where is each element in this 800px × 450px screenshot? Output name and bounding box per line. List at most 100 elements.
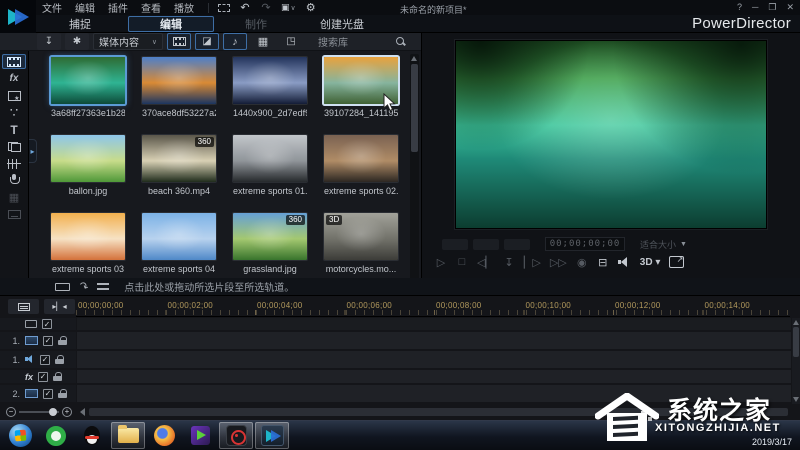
- pip-objects-room[interactable]: [2, 88, 26, 103]
- track-lane[interactable]: [77, 332, 791, 349]
- filter-music-button[interactable]: [223, 33, 247, 50]
- title-room[interactable]: [2, 122, 26, 137]
- 3d-button[interactable]: 3D ▾: [640, 257, 661, 268]
- filter-video-button[interactable]: [167, 33, 191, 50]
- menu-item[interactable]: 查看: [141, 0, 161, 15]
- search-input[interactable]: 搜索库: [311, 33, 413, 50]
- scroll-up-icon[interactable]: [793, 320, 799, 325]
- track-enable-checkbox[interactable]: [43, 335, 53, 346]
- detail-view-button[interactable]: [279, 33, 303, 50]
- workspace-layout-icon[interactable]: [281, 2, 296, 14]
- minimize-button[interactable]: ─: [752, 2, 758, 13]
- step-backward-button[interactable]: ◁▏: [477, 256, 494, 269]
- transition-room[interactable]: [2, 139, 26, 154]
- track-lane[interactable]: [77, 351, 791, 368]
- track-lane[interactable]: [77, 318, 791, 330]
- grid-view-button[interactable]: [251, 33, 275, 50]
- import-media-button[interactable]: [37, 33, 61, 50]
- track-enable-checkbox[interactable]: [38, 371, 49, 382]
- library-scrollbar[interactable]: [410, 54, 419, 288]
- lock-icon[interactable]: [58, 388, 67, 399]
- preview-mode-button[interactable]: [442, 238, 468, 250]
- search-icon[interactable]: [395, 36, 406, 47]
- preview-quality-button[interactable]: ⊟: [597, 256, 609, 269]
- scroll-up-icon[interactable]: [411, 56, 417, 61]
- voiceover-room[interactable]: [2, 173, 26, 188]
- effect-room[interactable]: [2, 71, 26, 86]
- scrollbar-thumb[interactable]: [411, 64, 418, 152]
- track-header[interactable]: 1.: [0, 351, 76, 368]
- subtitle-room[interactable]: [2, 207, 26, 222]
- track-header[interactable]: 1.: [0, 332, 76, 349]
- taskbar-screen-recorder[interactable]: [219, 422, 253, 449]
- media-content-dropdown[interactable]: 媒体内容 ∨: [93, 33, 163, 50]
- track-enable-checkbox[interactable]: [43, 388, 53, 399]
- preview-video[interactable]: [455, 40, 767, 229]
- lock-icon[interactable]: [58, 335, 67, 346]
- undock-button[interactable]: [669, 255, 685, 268]
- redo-icon[interactable]: [260, 2, 272, 14]
- snapshot-button[interactable]: ◉: [576, 256, 588, 269]
- gear-icon[interactable]: [305, 2, 317, 14]
- track-enable-checkbox[interactable]: [40, 354, 50, 365]
- volume-button[interactable]: [617, 256, 631, 268]
- play-button[interactable]: ▷: [435, 256, 447, 269]
- taskbar-explorer[interactable]: [111, 422, 145, 449]
- menu-item[interactable]: 插件: [108, 0, 128, 15]
- media-room[interactable]: [2, 54, 26, 69]
- zoom-out-button[interactable]: −: [6, 407, 16, 417]
- zoom-in-button[interactable]: +: [62, 407, 72, 417]
- taskbar-browser-360[interactable]: [39, 422, 73, 449]
- lock-icon[interactable]: [55, 354, 64, 365]
- media-item[interactable]: ballon.jpg: [51, 135, 127, 213]
- preview-timecode[interactable]: 00;00;00;00: [545, 237, 625, 251]
- maximize-button[interactable]: ❐: [768, 2, 776, 13]
- track-enable-checkbox[interactable]: [42, 319, 52, 329]
- media-item[interactable]: 370ace8df53227a2...: [142, 57, 218, 135]
- snap-button[interactable]: ▸▏◂: [44, 299, 75, 314]
- menu-item[interactable]: 播放: [174, 0, 194, 15]
- taskbar-start[interactable]: [3, 422, 37, 449]
- filter-photo-button[interactable]: [195, 33, 219, 50]
- close-button[interactable]: ✕: [786, 2, 794, 13]
- timeline-ruler[interactable]: 00;00;00;00 00;00;02;00 00;00;04;00 00;00;0…: [76, 298, 790, 317]
- media-item[interactable]: extreme sports 02...: [324, 135, 400, 213]
- seek-start-button[interactable]: ↧: [503, 256, 515, 269]
- menu-item[interactable]: 编辑: [75, 0, 95, 15]
- help-button[interactable]: ?: [737, 2, 742, 13]
- fit-size-dropdown[interactable]: 适合大小 ▼: [640, 238, 687, 251]
- menu-item[interactable]: 文件: [42, 0, 62, 15]
- tab-capture[interactable]: 捕捉: [60, 16, 100, 32]
- taskbar-qq[interactable]: [75, 422, 109, 449]
- timeline-hint-bar[interactable]: ↷ 点击此处或拖动所选片段至所选轨道。: [0, 278, 800, 296]
- media-item[interactable]: 360 beach 360.mp4: [142, 135, 218, 213]
- rail-collapse-handle[interactable]: ▸: [29, 139, 37, 163]
- track-manager-button[interactable]: [8, 299, 39, 314]
- taskbar-firefox[interactable]: [147, 422, 181, 449]
- step-forward-button[interactable]: ▏▷: [524, 256, 541, 269]
- preview-mode-button[interactable]: [504, 238, 530, 250]
- tab-produce[interactable]: 制作: [238, 16, 274, 32]
- tab-create-disc[interactable]: 创建光盘: [314, 16, 370, 32]
- undo-icon[interactable]: [239, 2, 251, 14]
- chapter-room[interactable]: [2, 190, 26, 205]
- track-lane[interactable]: [77, 370, 791, 383]
- fast-forward-button[interactable]: ▷▷: [550, 256, 567, 269]
- stop-button[interactable]: □: [456, 256, 468, 268]
- scrollbar-thumb[interactable]: [793, 327, 799, 357]
- audio-mixing-room[interactable]: [2, 156, 26, 171]
- media-item[interactable]: 3a68ff27363e1b28...: [51, 57, 127, 135]
- taskbar-powerdirector[interactable]: [255, 422, 289, 449]
- select-tool-icon[interactable]: [218, 3, 230, 12]
- media-item[interactable]: 1440x900_2d7edf9...: [233, 57, 309, 135]
- particle-room[interactable]: [2, 105, 26, 120]
- tab-edit[interactable]: 编辑: [128, 16, 214, 32]
- track-header[interactable]: 2.: [0, 385, 76, 402]
- library-plugin-button[interactable]: [65, 33, 89, 50]
- media-item[interactable]: extreme sports 01...: [233, 135, 309, 213]
- scroll-left-icon[interactable]: [80, 408, 85, 416]
- zoom-slider-handle[interactable]: [49, 408, 57, 416]
- taskbar-media-player[interactable]: [183, 422, 217, 449]
- zoom-slider[interactable]: [19, 408, 59, 416]
- preview-mode-button[interactable]: [473, 238, 499, 250]
